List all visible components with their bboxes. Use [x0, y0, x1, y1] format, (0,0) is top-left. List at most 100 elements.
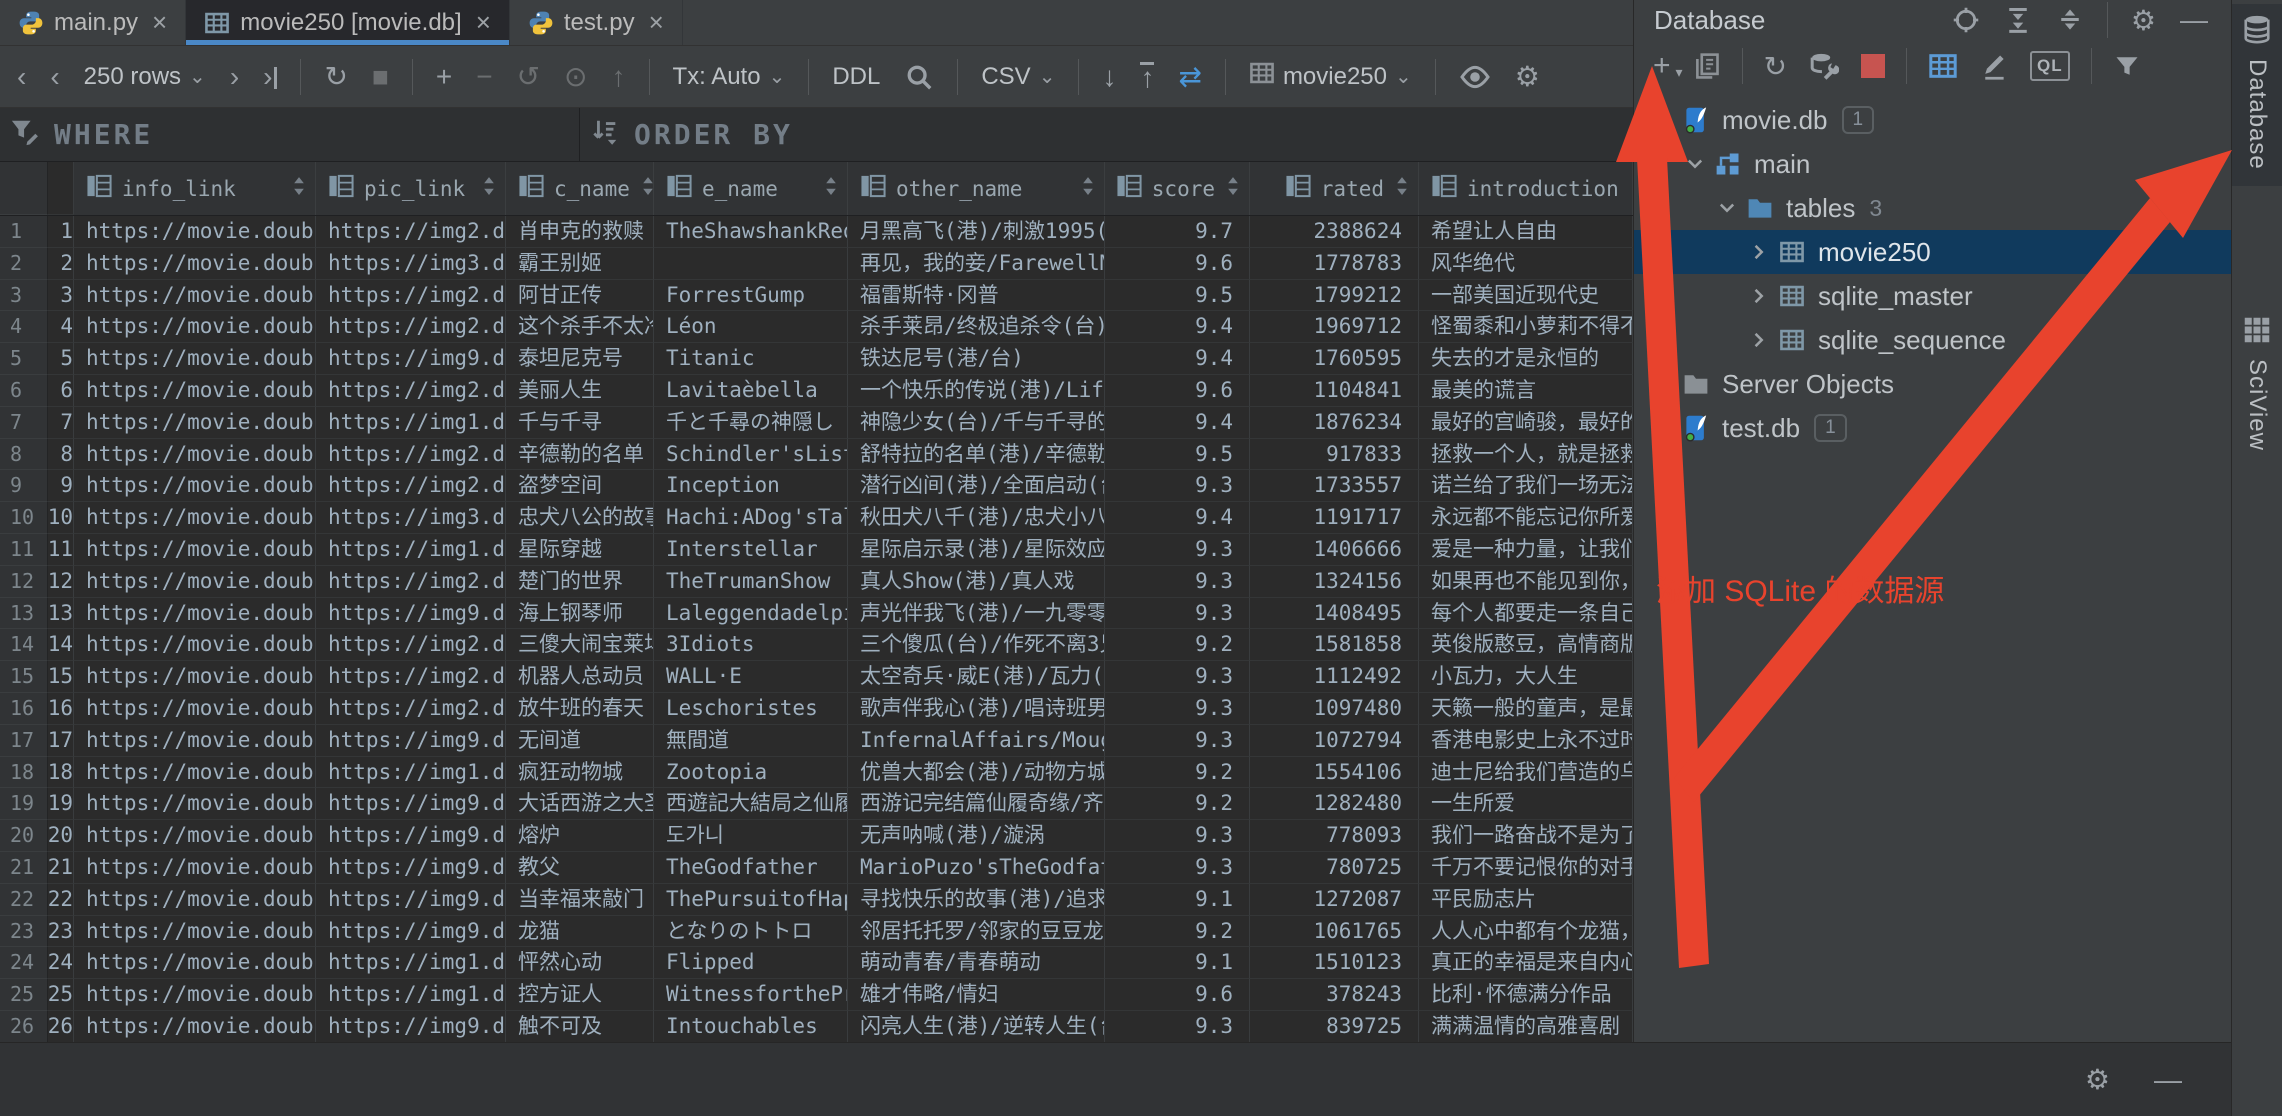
cell-pic_link[interactable]: https://img9.dou… — [316, 916, 506, 948]
clipped-id-cell[interactable]: 22 — [48, 884, 74, 916]
settings-icon[interactable]: ⚙ — [2122, 0, 2165, 43]
cell-pic_link[interactable]: https://img2.dou… — [316, 470, 506, 502]
row-number[interactable]: 4 — [0, 311, 48, 343]
chevron-down-icon[interactable] — [1712, 197, 1742, 219]
cell-e_name[interactable] — [654, 248, 848, 280]
sort-icon[interactable] — [291, 175, 307, 202]
cell-other_name[interactable]: 一个快乐的传说(港)/LifeIs… — [848, 375, 1105, 407]
refresh-icon[interactable]: ↻ — [1755, 43, 1796, 89]
cell-e_name[interactable]: 千と千尋の神隠し — [654, 407, 848, 439]
tree-item-sqlite-sequence[interactable]: sqlite_sequence — [1634, 318, 2231, 362]
cell-info_link[interactable]: https://movie.douban… — [74, 534, 316, 566]
cell-introduction[interactable]: 比利·怀德满分作品 — [1419, 979, 1633, 1011]
export-icon[interactable]: ↓ — [1093, 54, 1125, 100]
cell-score[interactable]: 9.6 — [1105, 375, 1250, 407]
cell-score[interactable]: 9.1 — [1105, 884, 1250, 916]
stop-red-icon[interactable] — [1852, 43, 1894, 89]
cell-c_name[interactable]: 三傻大闹宝莱坞 — [506, 629, 654, 661]
row-number[interactable]: 6 — [0, 375, 48, 407]
page-next-icon[interactable]: › — [221, 54, 248, 100]
cell-score[interactable]: 9.3 — [1105, 534, 1250, 566]
column-header-c_name[interactable]: c_name — [506, 162, 654, 215]
cell-info_link[interactable]: https://movie.douban… — [74, 947, 316, 979]
cell-info_link[interactable]: https://movie.douban… — [74, 979, 316, 1011]
cell-other_name[interactable]: 雄才伟略/情妇 — [848, 979, 1105, 1011]
page-previous-icon[interactable]: ‹ — [41, 54, 68, 100]
edit-icon[interactable] — [1971, 43, 2017, 89]
cell-pic_link[interactable]: https://img9.dou… — [316, 852, 506, 884]
cell-other_name[interactable]: 舒特拉的名单(港)/辛德勒名单 — [848, 439, 1105, 471]
cell-pic_link[interactable]: https://img9.dou… — [316, 343, 506, 375]
cell-other_name[interactable]: 再见，我的妾/FarewellMyC… — [848, 248, 1105, 280]
cell-rated[interactable]: 917833 — [1250, 439, 1419, 471]
cell-pic_link[interactable]: https://img2.dou… — [316, 439, 506, 471]
column-header-other_name[interactable]: other_name — [848, 162, 1105, 215]
clipped-id-cell[interactable]: 7 — [48, 407, 74, 439]
cell-introduction[interactable]: 失去的才是永恒的 — [1419, 343, 1633, 375]
cell-e_name[interactable]: ForrestGump — [654, 280, 848, 312]
cell-other_name[interactable]: 寻找快乐的故事(港)/追求快乐 — [848, 884, 1105, 916]
cell-pic_link[interactable]: https://img1.dou… — [316, 947, 506, 979]
clipped-id-cell[interactable]: 23 — [48, 916, 74, 948]
cell-e_name[interactable]: Inception — [654, 470, 848, 502]
cell-other_name[interactable]: 星际启示录(港)/星际效应(台) — [848, 534, 1105, 566]
cell-pic_link[interactable]: https://img2.dou… — [316, 216, 506, 248]
cell-rated[interactable]: 1112492 — [1250, 661, 1419, 693]
row-number[interactable]: 17 — [0, 725, 48, 757]
submit-icon[interactable]: ↑ — [603, 54, 635, 100]
cell-e_name[interactable]: Lavitaèbella — [654, 375, 848, 407]
cell-introduction[interactable]: 天籁一般的童声，是最接近上帝 — [1419, 693, 1633, 725]
cell-c_name[interactable]: 熔炉 — [506, 820, 654, 852]
cell-rated[interactable]: 1799212 — [1250, 280, 1419, 312]
where-filter-input[interactable]: WHERE — [0, 108, 580, 161]
cell-pic_link[interactable]: https://img2.dou… — [316, 693, 506, 725]
clipped-id-cell[interactable]: 15 — [48, 661, 74, 693]
preview-icon[interactable] — [1450, 54, 1500, 100]
cell-c_name[interactable]: 阿甘正传 — [506, 280, 654, 312]
editor-tab-movie250-movie-db[interactable]: movie250 [movie.db]× — [186, 0, 510, 45]
clipped-id-cell[interactable]: 11 — [48, 534, 74, 566]
cell-other_name[interactable]: 真人Show(港)/真人戏 — [848, 566, 1105, 598]
cell-pic_link[interactable]: https://img2.dou… — [316, 629, 506, 661]
cell-other_name[interactable]: 三个傻瓜(台)/作死不离3兄弟(港) — [848, 629, 1105, 661]
chevron-right-icon[interactable] — [1744, 329, 1774, 351]
cell-score[interactable]: 9.5 — [1105, 280, 1250, 312]
column-header-info_link[interactable]: info_link — [74, 162, 316, 215]
sort-icon[interactable] — [1080, 175, 1096, 202]
cell-introduction[interactable]: 诺兰给了我们一场无法盗取的梦 — [1419, 470, 1633, 502]
clipped-id-cell[interactable]: 13 — [48, 598, 74, 630]
cell-c_name[interactable]: 大话西游之大圣娶亲 — [506, 788, 654, 820]
clipped-id-cell[interactable]: 25 — [48, 979, 74, 1011]
clipped-id-cell[interactable]: 14 — [48, 629, 74, 661]
cell-c_name[interactable]: 机器人总动员 — [506, 661, 654, 693]
cell-info_link[interactable]: https://movie.douban… — [74, 916, 316, 948]
cell-c_name[interactable]: 星际穿越 — [506, 534, 654, 566]
sort-icon[interactable] — [1394, 175, 1410, 202]
cell-c_name[interactable]: 千与千寻 — [506, 407, 654, 439]
cell-rated[interactable]: 2388624 — [1250, 216, 1419, 248]
cell-pic_link[interactable]: https://img2.dou… — [316, 280, 506, 312]
cell-introduction[interactable]: 迪士尼给我们营造的乌托邦就是 — [1419, 757, 1633, 789]
cell-rated[interactable]: 1581858 — [1250, 629, 1419, 661]
revert-icon[interactable]: ⊙ — [555, 54, 596, 100]
sort-icon[interactable] — [640, 175, 654, 202]
cell-rated[interactable]: 1778783 — [1250, 248, 1419, 280]
cell-introduction[interactable]: 永远都不能忘记你所爱的人 — [1419, 502, 1633, 534]
clipped-id-cell[interactable]: 19 — [48, 788, 74, 820]
tree-item-tables[interactable]: tables3 — [1634, 186, 2231, 230]
clipped-id-cell[interactable]: 24 — [48, 947, 74, 979]
row-number[interactable]: 26 — [0, 1011, 48, 1042]
tree-item-movie-db[interactable]: movie.db1 — [1634, 98, 2231, 142]
cell-introduction[interactable]: 一生所爱 — [1419, 788, 1633, 820]
cell-info_link[interactable]: https://movie.douban… — [74, 1011, 316, 1042]
cell-introduction[interactable]: 最美的谎言 — [1419, 375, 1633, 407]
column-header-introduction[interactable]: introduction — [1419, 162, 1633, 215]
ddl-button[interactable]: DDL — [823, 54, 889, 100]
tree-item-sqlite-master[interactable]: sqlite_master — [1634, 274, 2231, 318]
expand-all-icon[interactable] — [1995, 0, 2041, 43]
tool-tab-database[interactable]: Database — [2232, 4, 2282, 186]
cell-pic_link[interactable]: https://img1.dou… — [316, 407, 506, 439]
console-icon[interactable]: QL — [2021, 43, 2079, 89]
cell-introduction[interactable]: 如果再也不能见到你，祝你早安 — [1419, 566, 1633, 598]
cell-score[interactable]: 9.4 — [1105, 311, 1250, 343]
